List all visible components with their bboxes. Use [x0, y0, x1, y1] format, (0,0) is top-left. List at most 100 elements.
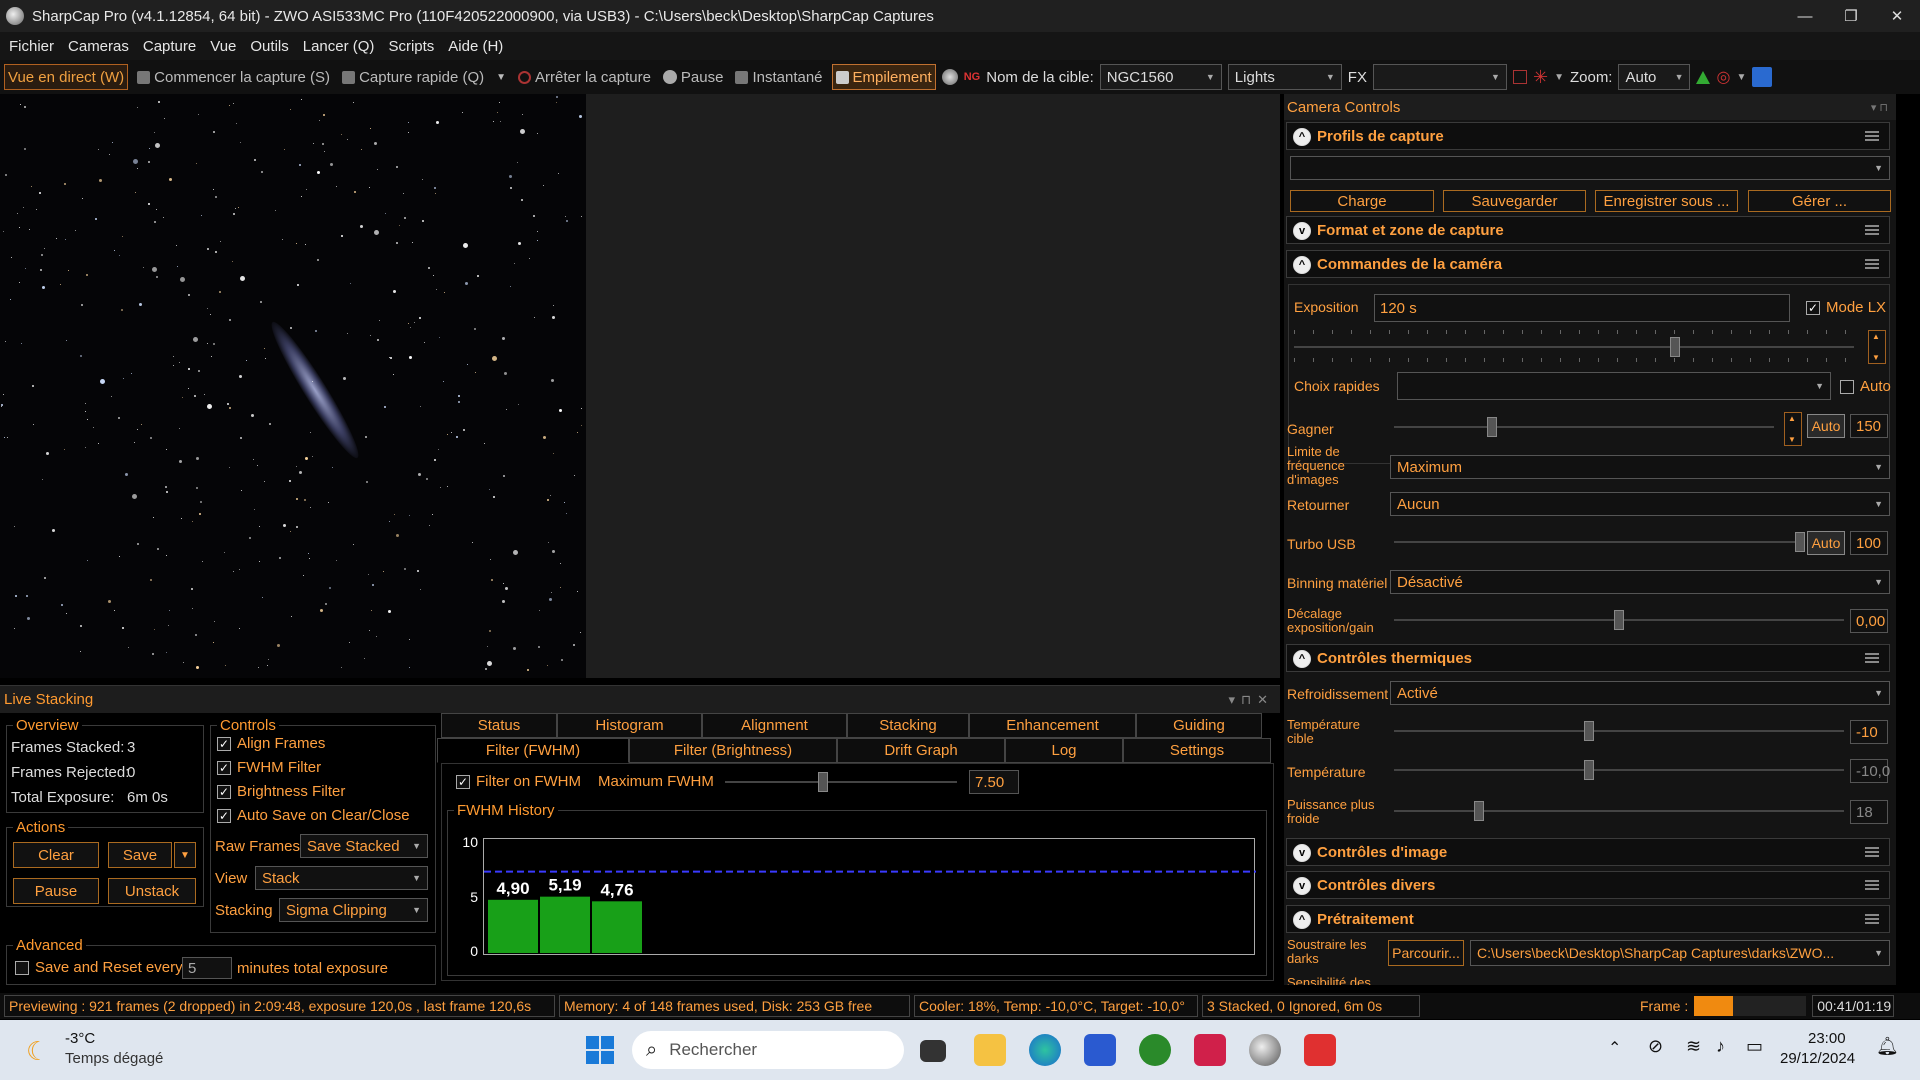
pin-icon[interactable]: ▾ ⊓: [1871, 101, 1888, 114]
weather-text[interactable]: Temps dégagé: [65, 1050, 163, 1067]
start-capture-button[interactable]: Commencer la capture (S): [134, 64, 333, 90]
unstack-button[interactable]: Unstack: [108, 878, 196, 904]
live-view-button[interactable]: Vue en direct (W): [4, 64, 129, 90]
section-misc-controls[interactable]: v Contrôles divers: [1286, 871, 1890, 899]
tab-alignment[interactable]: Alignment: [702, 713, 847, 738]
target-icon[interactable]: ◎: [1716, 67, 1730, 87]
menu-scripts[interactable]: Scripts: [383, 38, 439, 55]
hamburger-icon[interactable]: [1865, 914, 1879, 924]
offset-slider[interactable]: [1394, 610, 1844, 630]
task-view-icon[interactable]: [920, 1040, 946, 1062]
menu-outils[interactable]: Outils: [245, 38, 293, 55]
sphere-icon[interactable]: [941, 69, 958, 85]
section-preprocessing[interactable]: ^ Prétraitement: [1286, 905, 1890, 933]
quick-auto-checkbox[interactable]: Auto: [1840, 378, 1891, 395]
binning-select[interactable]: Désactivé ▼: [1390, 570, 1890, 594]
tab-enhancement[interactable]: Enhancement: [969, 713, 1136, 738]
chevron-down-icon[interactable]: ▼: [1554, 72, 1564, 83]
brightness-filter-checkbox[interactable]: ✓ Brightness Filter: [217, 783, 345, 800]
hamburger-icon[interactable]: [1865, 131, 1879, 141]
profile-select[interactable]: ▼: [1290, 156, 1890, 180]
section-thermal[interactable]: ^ Contrôles thermiques: [1286, 644, 1890, 672]
snapshot-button[interactable]: Instantané: [732, 64, 825, 90]
app-green-icon[interactable]: [1139, 1034, 1171, 1066]
moon-weather-icon[interactable]: ☾: [26, 1036, 49, 1067]
quick-choices-select[interactable]: ▼: [1397, 372, 1831, 400]
fps-limit-select[interactable]: Maximum ▼: [1390, 455, 1890, 479]
menu-cameras[interactable]: Cameras: [63, 38, 134, 55]
tab-histogram[interactable]: Histogram: [557, 713, 702, 738]
hamburger-icon[interactable]: [1865, 653, 1879, 663]
red-box-icon[interactable]: [1512, 70, 1527, 84]
frame-type-select[interactable]: Lights ▼: [1227, 64, 1342, 90]
stacking-select[interactable]: Sigma Clipping ▼: [279, 898, 428, 922]
section-camera-commands[interactable]: ^ Commandes de la caméra: [1286, 250, 1890, 278]
chevron-down-icon[interactable]: ▼: [496, 72, 506, 83]
quick-capture-button[interactable]: Capture rapide (Q) ▼: [339, 64, 509, 90]
taskbar-search-input[interactable]: ⌕ Rechercher: [632, 1031, 904, 1069]
section-profiles[interactable]: ^ Profils de capture: [1286, 122, 1890, 150]
load-profile-button[interactable]: Charge: [1290, 190, 1434, 212]
target-name-select[interactable]: NGC1560 ▼: [1099, 64, 1222, 90]
save-reset-checkbox[interactable]: Save and Reset every: [15, 959, 183, 976]
tab-log[interactable]: Log: [1005, 738, 1123, 763]
hamburger-icon[interactable]: [1865, 225, 1879, 235]
chevron-down-icon[interactable]: ▼: [1736, 72, 1746, 83]
exposure-slider[interactable]: [1294, 337, 1854, 357]
view-select[interactable]: Stack ▼: [255, 866, 428, 890]
slider-handle[interactable]: [1487, 417, 1497, 437]
filter-on-fwhm-checkbox[interactable]: ✓ Filter on FWHM: [456, 773, 581, 790]
wifi-icon[interactable]: ≋: [1686, 1036, 1701, 1057]
slider-handle[interactable]: [1795, 532, 1805, 552]
minimize-button[interactable]: —: [1782, 0, 1828, 32]
save-button[interactable]: Save: [108, 842, 172, 868]
close-button[interactable]: ✕: [1874, 0, 1920, 32]
gain-auto-button[interactable]: Auto: [1807, 414, 1845, 438]
exposure-spinner[interactable]: [1868, 330, 1886, 364]
chevron-up-icon[interactable]: ⌃: [1608, 1038, 1621, 1058]
browse-darks-button[interactable]: Parcourir...: [1388, 940, 1464, 966]
histogram-icon[interactable]: [1696, 70, 1711, 84]
tab-filter-brightness[interactable]: Filter (Brightness): [629, 738, 837, 763]
network-off-icon[interactable]: ⊘: [1648, 1036, 1663, 1057]
darks-path-select[interactable]: C:\Users\beck\Desktop\SharpCap Captures\…: [1470, 940, 1890, 966]
auto-save-checkbox[interactable]: ✓ Auto Save on Clear/Close: [217, 807, 410, 824]
volume-icon[interactable]: ♪: [1716, 1036, 1725, 1057]
weather-temp[interactable]: -3°C: [65, 1030, 95, 1047]
slider-handle[interactable]: [1614, 610, 1624, 630]
clock-time[interactable]: 23:00: [1808, 1030, 1846, 1047]
align-frames-checkbox[interactable]: ✓ Align Frames: [217, 735, 325, 752]
slider-handle[interactable]: [1584, 721, 1594, 741]
clock-date[interactable]: 29/12/2024: [1780, 1050, 1855, 1067]
notification-bell-icon[interactable]: 🔔︎: [1876, 1036, 1899, 1057]
hamburger-icon[interactable]: [1865, 847, 1879, 857]
crosshair-icon[interactable]: ✳: [1533, 67, 1548, 88]
raw-frames-select[interactable]: Save Stacked ▼: [300, 834, 428, 858]
manage-profiles-button[interactable]: Gérer ...: [1748, 190, 1891, 212]
gain-spinner[interactable]: [1784, 412, 1802, 446]
section-image-controls[interactable]: v Contrôles d'image: [1286, 838, 1890, 866]
tab-stacking[interactable]: Stacking: [847, 713, 969, 738]
gain-slider[interactable]: [1394, 417, 1774, 437]
ngc-icon[interactable]: NG: [964, 71, 981, 83]
sharpcap-taskbar-icon[interactable]: [1249, 1034, 1281, 1066]
pause-stack-button[interactable]: Pause: [13, 878, 99, 904]
app-red-icon[interactable]: [1194, 1034, 1226, 1066]
battery-icon[interactable]: ▭: [1746, 1036, 1763, 1057]
tab-status[interactable]: Status: [441, 713, 557, 738]
camera-preview-image[interactable]: [0, 94, 586, 678]
tab-guiding[interactable]: Guiding: [1136, 713, 1262, 738]
maximize-button[interactable]: ❐: [1828, 0, 1874, 32]
hamburger-icon[interactable]: [1865, 880, 1879, 890]
flip-select[interactable]: Aucun ▼: [1390, 492, 1890, 516]
lx-mode-checkbox[interactable]: ✓ Mode LX: [1806, 299, 1886, 316]
cooling-select[interactable]: Activé ▼: [1390, 681, 1890, 705]
turbo-usb-slider[interactable]: [1394, 532, 1805, 552]
minutes-stepper[interactable]: 5: [182, 957, 232, 979]
store-icon[interactable]: [1084, 1034, 1116, 1066]
tool-icon[interactable]: [1752, 67, 1773, 87]
offset-value[interactable]: 0,00: [1850, 609, 1888, 633]
turbo-auto-button[interactable]: Auto: [1807, 531, 1845, 555]
exposure-input[interactable]: 120 s: [1374, 294, 1790, 322]
slider-handle[interactable]: [1670, 337, 1680, 357]
